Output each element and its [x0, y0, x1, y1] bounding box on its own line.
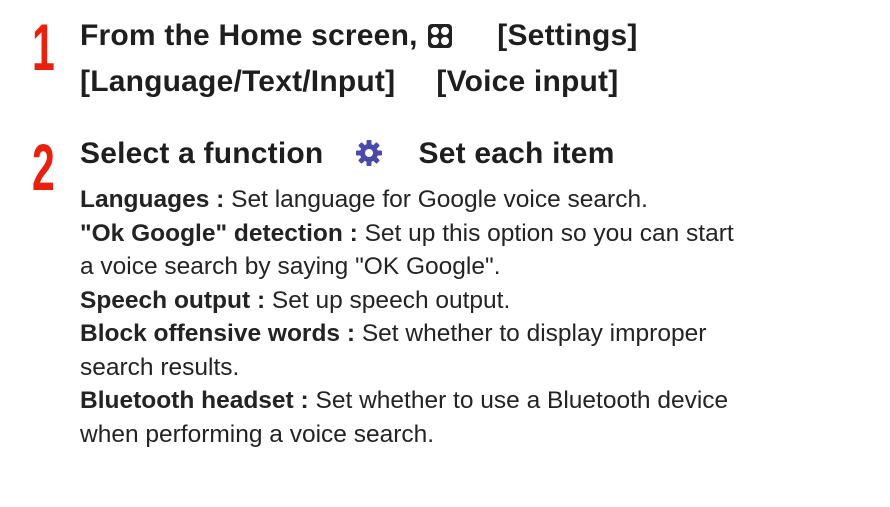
list-item-continuation: when performing a voice search. — [80, 418, 880, 452]
list-item: "Ok Google" detection : Set up this opti… — [80, 217, 880, 251]
item-term: Block offensive words : — [80, 320, 356, 347]
item-description: Set up speech output. — [271, 286, 511, 314]
item-description-cont: a voice search by saying "OK Google". — [80, 253, 501, 280]
apps-grid-icon — [428, 24, 453, 48]
item-term: Languages : — [80, 186, 225, 213]
list-item: Languages : Set language for Google voic… — [80, 183, 880, 217]
step-1-line-2: [Language/Text/Input] [Voice input] — [80, 67, 618, 97]
list-item: Block offensive words : Set whether to d… — [80, 317, 880, 351]
item-term: "Ok Google" detection : — [80, 219, 358, 247]
step-1-menu-settings: [Settings] — [497, 19, 638, 52]
list-item-continuation: search results. — [80, 351, 880, 385]
list-item: Speech output : Set up speech output. — [80, 284, 880, 318]
step-2-heading: Select a function Set each item — [80, 138, 615, 169]
step-1-instruction-home: From the Home screen, — [80, 19, 418, 52]
item-description-cont: search results. — [80, 353, 240, 381]
step-1-menu-voice-input: [Voice input] — [436, 65, 619, 98]
step-2-instruction-select: Select a function — [80, 137, 324, 170]
settings-item-list: Languages : Set language for Google voic… — [80, 183, 880, 451]
item-description: Set whether to display improper — [361, 320, 707, 347]
list-item: Bluetooth headset : Set whether to use a… — [80, 384, 880, 418]
step-2-instruction-set: Set each item — [418, 137, 615, 170]
item-term: Speech output : — [80, 286, 266, 314]
item-description: Set up this option so you can start — [364, 219, 734, 247]
item-description: Set whether to use a Bluetooth device — [315, 387, 729, 414]
list-item-continuation: a voice search by saying "OK Google". — [80, 250, 880, 284]
item-term: Bluetooth headset : — [80, 387, 309, 414]
item-description-cont: when performing a voice search. — [80, 420, 435, 448]
gear-icon — [354, 138, 384, 168]
step-1-menu-language: [Language/Text/Input] — [80, 65, 396, 98]
item-description: Set language for Google voice search. — [231, 186, 648, 213]
step-number: 2 — [32, 130, 55, 204]
step-number: 1 — [32, 10, 55, 84]
step-1-line-1: From the Home screen, [Settings] — [80, 21, 638, 51]
